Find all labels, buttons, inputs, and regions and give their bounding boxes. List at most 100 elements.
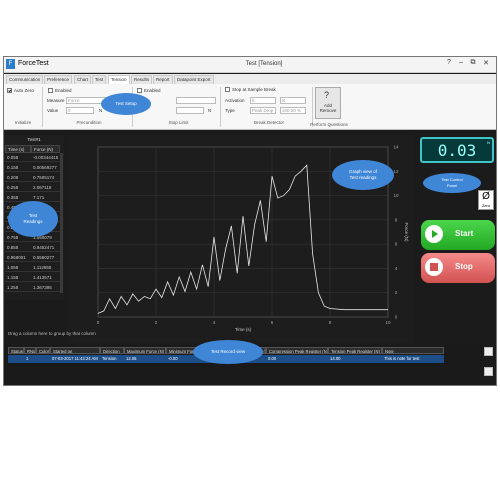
help-icon[interactable]: ? <box>444 59 454 66</box>
value-unit: N <box>99 108 103 113</box>
stop-at-break-checkbox[interactable] <box>225 87 230 92</box>
tab-chart[interactable]: Chart <box>74 75 92 84</box>
grid-header-cell[interactable]: Compression Peak Register (N) <box>266 347 328 354</box>
readings-scrollbar[interactable] <box>60 153 63 293</box>
stop-limit-select[interactable] <box>176 97 216 104</box>
perform-questions-group-label: Perform Questions <box>310 122 348 127</box>
break-detector-group-label: Break Detector <box>253 120 284 125</box>
grid-header-cell[interactable]: Status <box>8 347 24 354</box>
side-toolbar <box>482 343 496 383</box>
maximize-button[interactable]: ⧉ <box>468 59 478 67</box>
x-tick-label: 6 <box>271 320 274 325</box>
x-axis-label: Time (s) <box>235 327 252 332</box>
ribbon-divider <box>42 87 43 127</box>
x-tick-label: 8 <box>329 320 332 325</box>
precondition-group-label: Precondition <box>76 120 102 125</box>
stop-limit-group-label: Stop Limit <box>168 120 189 125</box>
reading-time-cell: 0.208 <box>5 174 31 182</box>
grid-cell: 12.06 <box>124 355 166 363</box>
reading-time-cell: 0.858 <box>5 244 31 252</box>
x-tick-label: 2 <box>155 320 158 325</box>
reading-force-cell: 1.112855 <box>31 264 60 272</box>
zero-button[interactable]: Ø Zero <box>478 190 494 210</box>
y-tick-label: 10 <box>393 193 399 198</box>
app-name: ForceTest <box>18 60 49 67</box>
zero-label: Zero <box>481 203 491 208</box>
reading-time-cell: 0.058 <box>5 154 31 162</box>
start-button[interactable]: Start <box>421 220 495 250</box>
activation-input[interactable]: 5 <box>250 97 276 104</box>
close-button[interactable]: ✕ <box>481 59 491 67</box>
stop-icon <box>425 258 443 276</box>
minimize-button[interactable]: – <box>456 59 466 66</box>
callout-test-control-panel: Test Control Panel <box>423 173 481 193</box>
precondition-enabled-checkbox[interactable] <box>48 88 53 93</box>
tab-results[interactable]: Results <box>131 75 153 84</box>
export-icon[interactable] <box>484 367 493 376</box>
grid-header-cell[interactable]: RNo <box>24 347 36 354</box>
group-by-hint: Drag a column here to group by that colu… <box>8 331 96 336</box>
x-tick-label: 10 <box>385 320 391 325</box>
type-select[interactable]: Peak Drop <box>250 107 276 114</box>
tab-test[interactable]: Test <box>92 75 107 84</box>
grid-cell: 07-03-2017 11:43:24 AM <box>50 355 100 363</box>
stop-limit-input[interactable] <box>176 107 204 114</box>
readings-header-time[interactable]: Time (s) <box>5 145 31 153</box>
measure-select[interactable]: Force <box>66 97 106 104</box>
print-icon[interactable] <box>484 347 493 356</box>
reading-time-cell: 0.158 <box>5 164 31 172</box>
value-input[interactable]: 0 <box>66 107 94 114</box>
reading-force-cell: 1.413571 <box>31 274 60 282</box>
ribbon: Auto Zero Initialize Enabled Measure For… <box>4 84 496 130</box>
tab-strip: Communication Preference Chart Test Tens… <box>4 74 496 85</box>
auto-zero-checkbox[interactable] <box>7 88 12 93</box>
tab-datapoint-export[interactable]: Datapoint Export <box>174 75 214 84</box>
tab-report[interactable]: Report <box>153 75 173 84</box>
control-panel: 0.03 N Ø Zero Start Stop <box>416 135 496 360</box>
grid-cell: 1 <box>24 355 36 363</box>
stop-button[interactable]: Stop <box>421 253 495 283</box>
y-axis-label: Force (N) <box>404 223 409 243</box>
y-tick-label: 6 <box>395 242 398 247</box>
ribbon-divider <box>220 87 221 127</box>
forcetest-window: F ForceTest Test [Tension] ? – ⧉ ✕ Commu… <box>3 56 497 386</box>
y-tick-label: 14 <box>393 145 399 150</box>
app-logo-icon: F <box>6 59 15 69</box>
y-tick-label: 12 <box>393 169 399 174</box>
auto-zero-label: Auto Zero <box>14 88 34 93</box>
callout-test-record-view: Test Record view <box>193 340 263 364</box>
add-remove-button[interactable]: ? Add Remove <box>315 87 341 119</box>
reading-force-cell: 0.5560277 <box>31 254 60 262</box>
force-readout: 0.03 N <box>420 137 494 163</box>
tab-preference[interactable]: Preference <box>44 75 73 84</box>
y-tick-label: 4 <box>395 266 398 271</box>
reading-force-cell: -0.00344415 <box>31 155 60 162</box>
grid-header-cell[interactable]: Maximum Force (N) <box>124 347 166 354</box>
readings-header-force[interactable]: Force (N) <box>31 145 60 153</box>
y-tick-label: 2 <box>395 290 398 295</box>
readout-unit: N <box>487 140 490 145</box>
measure-label: Measure <box>47 98 65 103</box>
questions-icon: ? <box>324 90 330 100</box>
activation-unit-select[interactable]: N <box>280 97 306 104</box>
y-tick-label: 8 <box>395 217 398 222</box>
grid-cell: 0.00 <box>266 355 328 363</box>
grid-header-cell[interactable]: Direction <box>100 347 124 354</box>
reading-time-cell: 0.258 <box>5 184 31 192</box>
title-bar: F ForceTest Test [Tension] ? – ⧉ ✕ <box>4 57 496 73</box>
grid-header-cell[interactable]: Started on <box>50 347 100 354</box>
stop-at-break-label: Stop at Sample Break <box>232 87 276 92</box>
x-tick-label: 0 <box>97 320 100 325</box>
value-label: Value <box>47 108 59 113</box>
reading-time-cell: 1.258 <box>5 284 31 292</box>
callout-graph-view: Graph view of Test readings <box>332 160 394 190</box>
tab-communication[interactable]: Communication <box>6 75 44 84</box>
type-percent-input[interactable]: 100.00 % <box>280 107 306 114</box>
grid-header-cell[interactable]: Note <box>382 347 444 354</box>
activation-label: Activation <box>225 98 245 103</box>
grid-header-cell[interactable]: Color <box>36 347 50 354</box>
grid-header-cell[interactable]: Tension Peak Register (N) <box>328 347 382 354</box>
stop-limit-enabled-label: Enabled <box>144 88 161 93</box>
stop-limit-enabled-checkbox[interactable] <box>137 88 142 93</box>
grid-cell <box>8 355 24 363</box>
